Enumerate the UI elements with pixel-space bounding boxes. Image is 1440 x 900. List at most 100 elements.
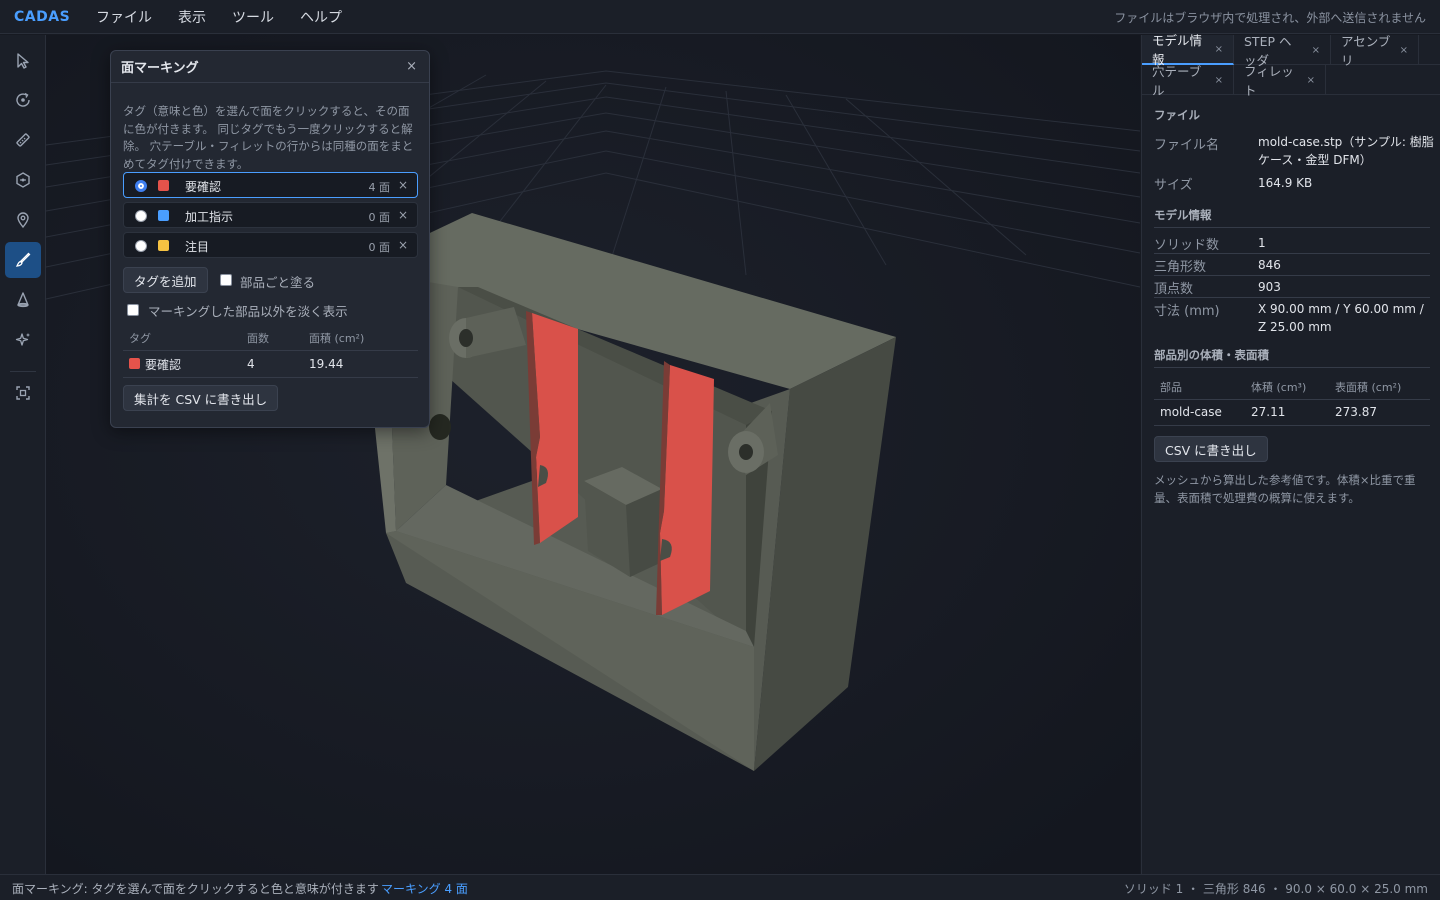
part-surface: 273.87 <box>1335 405 1377 419</box>
status-model-summary: ソリッド 1 ・ 三角形 846 ・ 90.0 × 60.0 × 25.0 mm <box>1123 882 1428 896</box>
face-marking-description: タグ（意味と色）を選んで面をクリックすると、その面に色が付きます。 同じタグでも… <box>123 104 414 171</box>
row-divider <box>1154 399 1430 400</box>
tag-row-instruction[interactable]: 加工指示 0 面 × <box>123 202 418 228</box>
right-panel: モデル情報 × STEP ヘッダ × アセンブリ × 穴テーブル × フィレット × ファ… <box>1141 33 1440 874</box>
tab-hole-table[interactable]: 穴テーブル × <box>1142 64 1234 98</box>
tag-name: 加工指示 <box>185 210 234 224</box>
parts-csv-button[interactable]: CSV に書き出し <box>1154 436 1268 462</box>
menu-view[interactable]: 表示 <box>172 7 212 27</box>
summary-header-area: 面積 (cm²) <box>309 332 365 345</box>
section-tool-button[interactable] <box>5 162 41 198</box>
row-divider <box>1154 275 1430 276</box>
boss-right-hole <box>739 444 753 460</box>
paint-by-part-label: 部品ごと塗る <box>240 275 316 290</box>
file-name-value: mold-case.stp（サンプル: 樹脂ケース・金型 DFM） <box>1258 135 1434 167</box>
summary-face-count: 4 <box>247 357 255 371</box>
row-divider <box>1154 425 1430 426</box>
remove-tag-icon[interactable]: × <box>398 208 408 222</box>
parts-section-title: 部品別の体積・表面積 <box>1154 348 1269 362</box>
tag-color-swatch <box>158 180 169 191</box>
pin-tool-button[interactable] <box>5 202 41 238</box>
tag-radio[interactable] <box>135 240 147 252</box>
face-marking-header: 面マーキング × <box>111 51 429 83</box>
menu-tools[interactable]: ツール <box>226 7 280 27</box>
face-marking-tool-button[interactable] <box>5 242 41 278</box>
summary-divider <box>123 377 418 378</box>
measure-tool-button[interactable] <box>5 122 41 158</box>
draft-tool-button[interactable] <box>5 282 41 318</box>
ai-tool-button[interactable] <box>5 322 41 358</box>
parts-header-part: 部品 <box>1160 381 1182 394</box>
tab-assembly[interactable]: アセンブリ × <box>1331 34 1419 68</box>
cone-icon <box>17 292 29 308</box>
face-marking-panel: 面マーキング × タグ（意味と色）を選んで面をクリックすると、その面に色が付きま… <box>110 50 430 428</box>
tab-close-icon[interactable]: × <box>1307 75 1315 86</box>
section-divider <box>1154 367 1430 368</box>
tag-radio[interactable] <box>135 180 147 192</box>
privacy-note: ファイルはブラウザ内で処理され、外部へ送信されません <box>1114 11 1426 25</box>
size-label: サイズ <box>1154 178 1193 193</box>
sparkle-icon <box>15 333 30 346</box>
menubar: CADAS ファイル 表示 ツール ヘルプ ファイルはブラウザ内で処理され、外部… <box>0 0 1440 34</box>
file-name-label: ファイル名 <box>1154 138 1220 153</box>
dimensions-label: 寸法 (mm) <box>1154 304 1220 319</box>
part-name: mold-case <box>1160 405 1222 419</box>
cursor-icon <box>17 53 29 69</box>
map-pin-icon <box>17 212 29 229</box>
tab-close-icon[interactable]: × <box>1215 75 1223 86</box>
tab-close-icon[interactable]: × <box>1215 44 1223 55</box>
menu-help[interactable]: ヘルプ <box>294 7 348 27</box>
parts-header-surface: 表面積 (cm²) <box>1335 381 1402 394</box>
export-summary-csv-button[interactable]: 集計を CSV に書き出し <box>123 385 279 411</box>
tab-row-2: 穴テーブル × フィレット × <box>1142 64 1440 98</box>
vertices-label: 頂点数 <box>1154 282 1194 297</box>
status-message: 面マーキング: タグを選んで面をクリックすると色と意味が付きます <box>12 882 379 896</box>
tag-name: 注目 <box>185 240 210 254</box>
tag-radio[interactable] <box>135 210 147 222</box>
fit-view-tool-button[interactable] <box>5 375 41 411</box>
parts-header-volume: 体積 (cm³) <box>1251 381 1307 394</box>
menu-file[interactable]: ファイル <box>90 7 158 27</box>
hexagon-icon <box>16 172 30 188</box>
remove-tag-icon[interactable]: × <box>398 238 408 252</box>
parts-note: メッシュから算出した参考値です。体積×比重で重量、表面積で処理費の概算に使えます… <box>1154 473 1416 505</box>
tag-name: 要確認 <box>185 180 222 194</box>
model-section-title: モデル情報 <box>1154 208 1212 222</box>
paint-by-part-checkbox[interactable] <box>220 274 232 286</box>
row-divider <box>1154 297 1430 298</box>
close-icon[interactable]: × <box>406 59 417 74</box>
summary-header-tag: タグ <box>129 332 151 345</box>
status-marking-count: マーキング 4 面 <box>381 882 468 896</box>
tag-face-count: 0 面 <box>368 211 391 224</box>
tab-label: 穴テーブル <box>1152 64 1202 98</box>
summary-header-faces: 面数 <box>247 332 269 345</box>
tag-face-count: 4 面 <box>368 181 391 194</box>
tab-label: アセンブリ <box>1341 34 1391 68</box>
tab-label: フィレット <box>1244 64 1294 98</box>
orbit-icon <box>16 92 30 107</box>
part-volume: 27.11 <box>1251 405 1286 419</box>
dim-others-checkbox[interactable] <box>127 304 139 316</box>
tag-row-attention[interactable]: 注目 0 面 × <box>123 232 418 258</box>
tab-close-icon[interactable]: × <box>1400 45 1408 56</box>
face-marking-title: 面マーキング <box>121 61 199 76</box>
orbit-tool-button[interactable] <box>5 82 41 118</box>
tag-row-review[interactable]: 要確認 4 面 × <box>123 172 418 198</box>
summary-divider <box>123 350 418 351</box>
tag-face-count: 0 面 <box>368 241 391 254</box>
tab-close-icon[interactable]: × <box>1312 45 1320 56</box>
solids-label: ソリッド数 <box>1154 238 1220 253</box>
brush-icon <box>15 252 31 267</box>
dim-others-label: マーキングした部品以外を淡く表示 <box>148 304 348 319</box>
file-section-title: ファイル <box>1154 108 1200 122</box>
tab-fillet[interactable]: フィレット × <box>1234 64 1326 98</box>
summary-tag-swatch <box>129 358 140 369</box>
tag-color-swatch <box>158 240 169 251</box>
remove-tag-icon[interactable]: × <box>398 178 408 192</box>
add-tag-button[interactable]: タグを追加 <box>123 267 208 293</box>
section-divider <box>1154 227 1430 228</box>
select-tool-button[interactable] <box>5 43 41 79</box>
triangles-value: 846 <box>1258 258 1281 272</box>
size-value: 164.9 KB <box>1258 176 1313 190</box>
toolbar-divider <box>10 371 36 372</box>
